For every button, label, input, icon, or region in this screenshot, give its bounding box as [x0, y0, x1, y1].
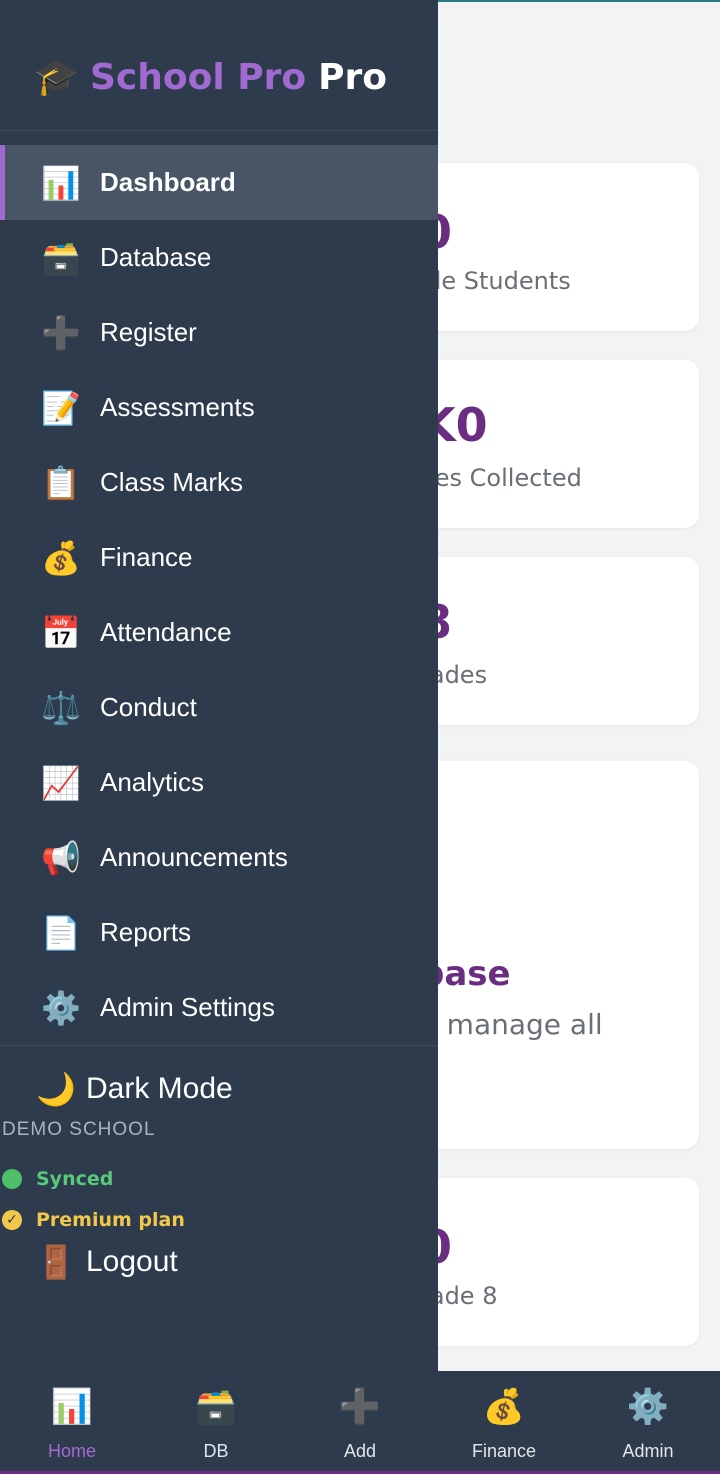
divider [0, 130, 438, 131]
status-dot-icon [2, 1169, 22, 1189]
door-icon: 🚪 [36, 1243, 76, 1281]
bottom-nav-label: Finance [471, 1441, 537, 1461]
moon-icon: 🌙 [36, 1070, 76, 1108]
logout-label: Logout [86, 1245, 178, 1278]
menu-item-reports[interactable]: 📄 Reports [0, 895, 438, 970]
menu-item-label: Dashboard [100, 167, 236, 197]
stat-label: ees Collected [420, 464, 582, 492]
sync-status-label: Synced [36, 1168, 114, 1190]
sync-status: Synced [2, 1168, 113, 1190]
menu-item-label: Announcements [100, 842, 288, 872]
brand: 🎓 School Pro Pro [34, 56, 387, 99]
menu-item-assessments[interactable]: 📝 Assessments [0, 370, 438, 445]
menu-item-label: Register [100, 317, 197, 347]
database-card[interactable]: base d manage all [420, 761, 699, 1149]
bottom-nav-label: Add [343, 1441, 377, 1461]
bottom-nav-admin[interactable]: ⚙️ Admin [576, 1371, 720, 1474]
menu-item-analytics[interactable]: 📈 Analytics [0, 745, 438, 820]
stat-card-grades[interactable]: 8 rades [420, 557, 699, 725]
menu-item-conduct[interactable]: ⚖️ Conduct [0, 670, 438, 745]
check-icon: ✓ [2, 1210, 22, 1230]
trend-chart-icon: 📈 [41, 763, 81, 802]
menu-item-admin-settings[interactable]: ⚙️ Admin Settings [0, 970, 438, 1045]
plus-icon: ➕ [41, 313, 81, 352]
menu-item-label: Finance [100, 542, 193, 572]
clipboard-icon: 📋 [41, 463, 81, 502]
logout-button[interactable]: 🚪 Logout [36, 1243, 178, 1281]
brand-suffix: Pro [318, 56, 387, 98]
money-bag-icon: 💰 [482, 1387, 526, 1427]
dark-mode-label: Dark Mode [86, 1072, 233, 1105]
bottom-nav-finance[interactable]: 💰 Finance [432, 1371, 576, 1474]
scales-icon: ⚖️ [41, 688, 81, 727]
menu-item-label: Assessments [100, 392, 255, 422]
bottom-navigation: 📊 Home 🗃️ DB ➕ Add 💰 Finance ⚙️ Admin [0, 1371, 720, 1474]
school-name: DEMO SCHOOL [2, 1119, 156, 1140]
menu-item-finance[interactable]: 💰 Finance [0, 520, 438, 595]
file-cabinet-icon: 🗃️ [41, 238, 81, 277]
menu-item-label: Attendance [100, 617, 232, 647]
gear-icon: ⚙️ [626, 1387, 670, 1427]
menu-item-announcements[interactable]: 📢 Announcements [0, 820, 438, 895]
money-bag-icon: 💰 [41, 538, 81, 577]
navigation-drawer: 🎓 School Pro Pro 📊 Dashboard 🗃️ Database… [0, 0, 438, 1371]
plus-icon: ➕ [338, 1387, 382, 1427]
bottom-nav-home[interactable]: 📊 Home [0, 1371, 144, 1474]
bottom-nav-add[interactable]: ➕ Add [288, 1371, 432, 1474]
megaphone-icon: 📢 [41, 838, 81, 877]
stat-card-grade8[interactable]: 0 rade 8 [420, 1178, 699, 1346]
bar-chart-icon: 📊 [50, 1387, 94, 1427]
bottom-nav-db[interactable]: 🗃️ DB [144, 1371, 288, 1474]
menu-item-label: Reports [100, 917, 192, 947]
stat-label: ale Students [420, 267, 571, 295]
menu-item-label: Admin Settings [100, 992, 275, 1022]
menu-item-label: Class Marks [100, 467, 244, 497]
calendar-icon: 📅 [41, 613, 81, 652]
plan-label: Premium plan [36, 1209, 185, 1231]
memo-icon: 📝 [41, 388, 81, 427]
plan-badge: ✓ Premium plan [2, 1209, 185, 1231]
gear-icon: ⚙️ [41, 988, 81, 1027]
dark-mode-toggle[interactable]: 🌙 Dark Mode [36, 1070, 233, 1108]
menu-item-dashboard[interactable]: 📊 Dashboard [0, 145, 438, 220]
document-icon: 📄 [41, 913, 81, 952]
bottom-nav-label: DB [203, 1441, 229, 1461]
drawer-menu: 📊 Dashboard 🗃️ Database ➕ Register 📝 Ass… [0, 145, 438, 1045]
bottom-nav-label: Home [47, 1441, 96, 1461]
bottom-nav-label: Admin [622, 1441, 674, 1461]
menu-item-class-marks[interactable]: 📋 Class Marks [0, 445, 438, 520]
stat-card-fees[interactable]: K0 ees Collected [420, 360, 699, 528]
divider [0, 1045, 438, 1046]
menu-item-label: Analytics [100, 767, 205, 797]
database-card-description: d manage all [420, 1008, 603, 1041]
menu-item-label: Database [100, 242, 212, 272]
file-cabinet-icon: 🗃️ [194, 1387, 238, 1427]
menu-item-register[interactable]: ➕ Register [0, 295, 438, 370]
menu-item-attendance[interactable]: 📅 Attendance [0, 595, 438, 670]
graduation-cap-icon: 🎓 [34, 57, 79, 98]
brand-name: School Pro [90, 56, 307, 98]
menu-item-label: Conduct [100, 692, 197, 722]
bar-chart-icon: 📊 [41, 163, 81, 202]
stat-card-students[interactable]: 0 ale Students [420, 163, 699, 331]
menu-item-database[interactable]: 🗃️ Database [0, 220, 438, 295]
